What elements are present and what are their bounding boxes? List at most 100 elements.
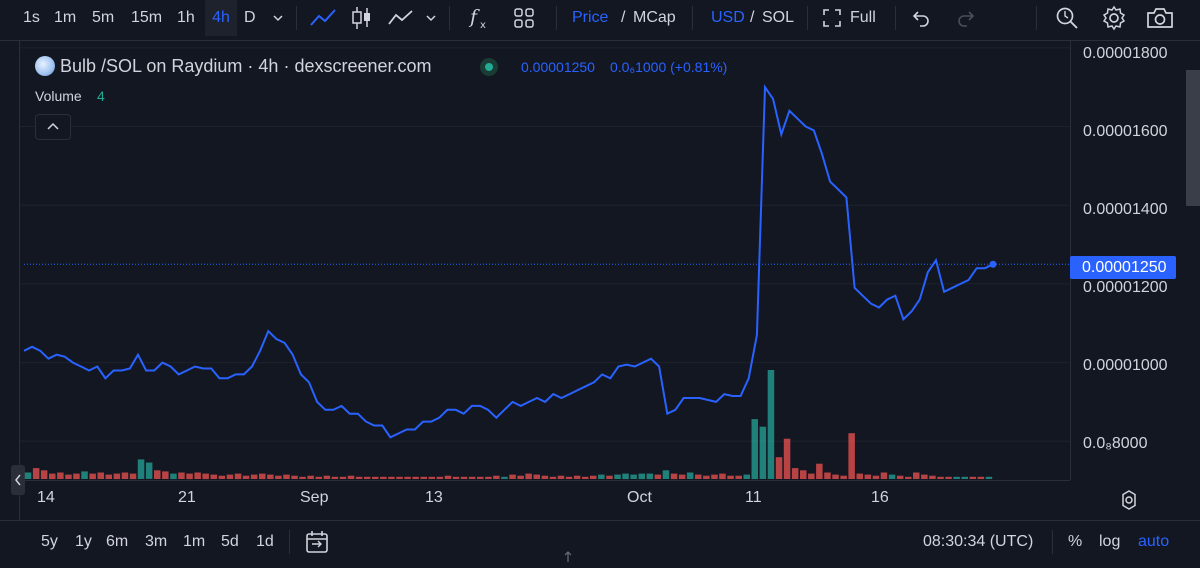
- range-5d[interactable]: 5d: [221, 533, 239, 551]
- volume-bar: [517, 475, 524, 479]
- volume-bar: [759, 426, 767, 479]
- volume-bar: [259, 473, 266, 480]
- toolbar-divider: [449, 6, 450, 30]
- volume-bars: [24, 370, 993, 480]
- volume-label: Volume: [35, 88, 82, 104]
- range-5y[interactable]: 5y: [41, 533, 58, 551]
- token-logo: [35, 56, 55, 76]
- toolbar-divider: [895, 6, 896, 30]
- time-tick: 16: [871, 489, 889, 506]
- toolbar-divider: [1052, 530, 1053, 554]
- volume-bar: [396, 476, 403, 479]
- price-tick: 0.0₈8000: [1083, 435, 1148, 452]
- volume-bar: [824, 472, 831, 479]
- interval-1s[interactable]: 1s: [23, 0, 40, 36]
- chevron-down-icon[interactable]: [272, 12, 284, 24]
- log-scale-toggle[interactable]: log: [1099, 533, 1120, 551]
- volume-bar: [614, 474, 621, 479]
- price-tick: 0.00001800: [1083, 45, 1168, 62]
- volume-bar: [323, 475, 331, 479]
- volume-bar: [420, 476, 427, 479]
- volume-bar: [291, 475, 298, 479]
- volume-bar: [896, 475, 904, 479]
- volume-bar: [913, 472, 920, 479]
- volume-bar: [606, 475, 613, 479]
- volume-bar: [32, 468, 40, 479]
- volume-bar: [630, 474, 637, 479]
- time-axis-border: [20, 480, 1070, 481]
- interval-15m[interactable]: 15m: [131, 0, 162, 36]
- layout-grid-icon[interactable]: [512, 6, 536, 30]
- time-tick: 21: [178, 489, 196, 506]
- volume-bar: [622, 473, 629, 480]
- volume-bar: [864, 474, 872, 479]
- axis-settings-icon[interactable]: [1118, 489, 1140, 511]
- volume-bar: [97, 472, 104, 479]
- interval-d[interactable]: D: [244, 0, 256, 36]
- volume-bar: [178, 472, 185, 479]
- resize-handle-icon[interactable]: [562, 551, 574, 563]
- utc-clock: 08:30:34 (UTC): [923, 533, 1034, 550]
- chevron-down-icon[interactable]: [425, 12, 437, 24]
- usd-toggle[interactable]: USD: [711, 0, 745, 36]
- market-status-indicator: [480, 58, 498, 76]
- price-tick: 0.00001000: [1083, 357, 1168, 374]
- interval-1m[interactable]: 1m: [54, 0, 76, 36]
- candlestick-icon[interactable]: [350, 5, 374, 31]
- range-6m[interactable]: 6m: [106, 533, 128, 551]
- range-1d[interactable]: 1d: [256, 533, 274, 551]
- volume-bar: [582, 476, 589, 479]
- volume-bar: [468, 476, 476, 479]
- settings-gear-icon[interactable]: [1101, 5, 1127, 31]
- volume-bar: [921, 474, 928, 479]
- percent-scale-toggle[interactable]: %: [1068, 533, 1082, 551]
- volume-bar: [154, 470, 161, 479]
- camera-snapshot-icon[interactable]: [1146, 6, 1174, 30]
- volume-bar: [549, 476, 557, 479]
- redo-icon[interactable]: [956, 8, 976, 28]
- fullscreen-icon[interactable]: [823, 9, 841, 27]
- volume-bar: [711, 474, 718, 479]
- volume-bar: [937, 476, 944, 479]
- volume-bar: [250, 474, 258, 479]
- go-to-date-calendar-icon[interactable]: [304, 529, 330, 555]
- price-toggle[interactable]: Price: [572, 0, 608, 36]
- area-chart-icon[interactable]: [386, 6, 416, 30]
- volume-bar: [186, 473, 193, 480]
- line-chart-icon[interactable]: [308, 5, 338, 31]
- undo-icon[interactable]: [911, 8, 931, 28]
- volume-bar: [65, 474, 72, 479]
- price-tick: 0.00001400: [1083, 201, 1168, 218]
- volume-bar: [24, 472, 32, 479]
- price-mcap-separator: /: [621, 9, 626, 26]
- fullscreen-button[interactable]: Full: [850, 0, 876, 36]
- volume-bar: [654, 474, 662, 479]
- mcap-toggle[interactable]: MCap: [633, 0, 676, 36]
- interval-5m[interactable]: 5m: [92, 0, 114, 36]
- volume-bar: [985, 476, 993, 479]
- collapse-legend-button[interactable]: [35, 114, 71, 140]
- volume-bar: [501, 476, 508, 479]
- volume-bar: [541, 475, 549, 479]
- volume-bar: [234, 473, 242, 480]
- volume-bar: [388, 476, 395, 479]
- volume-bar: [444, 475, 452, 479]
- volume-bar: [557, 475, 565, 479]
- volume-bar: [800, 470, 807, 479]
- price-chart[interactable]: [0, 40, 1200, 480]
- interval-4h[interactable]: 4h: [205, 0, 237, 36]
- interval-1h[interactable]: 1h: [177, 0, 195, 36]
- range-1m[interactable]: 1m: [183, 533, 205, 551]
- volume-bar: [283, 474, 290, 479]
- auto-scale-toggle[interactable]: auto: [1138, 533, 1169, 551]
- sol-toggle[interactable]: SOL: [762, 0, 794, 36]
- volume-bar: [428, 476, 435, 479]
- volume-bar: [905, 476, 912, 479]
- volume-bar: [315, 476, 322, 479]
- quick-search-icon[interactable]: [1054, 5, 1080, 31]
- indicators-fx-icon[interactable]: f x: [466, 4, 492, 32]
- range-1y[interactable]: 1y: [75, 533, 92, 551]
- toolbar-divider: [807, 6, 808, 30]
- range-3m[interactable]: 3m: [145, 533, 167, 551]
- svg-text:x: x: [480, 20, 486, 31]
